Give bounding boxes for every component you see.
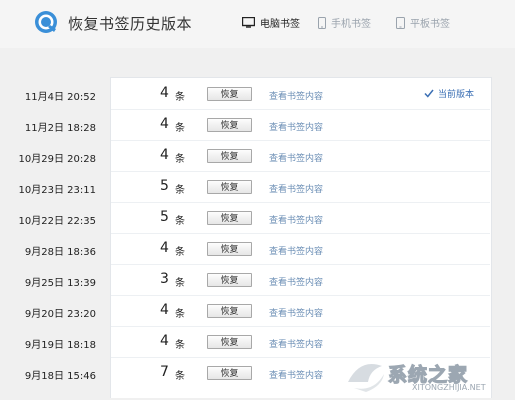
version-row: 9月25日 13:39 3 条 恢复 查看书签内容 xyxy=(0,264,515,295)
tab-label: 平板书签 xyxy=(410,19,450,30)
version-date: 9月28日 18:36 xyxy=(24,247,96,258)
version-date: 11月4日 20:52 xyxy=(24,92,96,103)
version-row: 9月28日 18:36 4 条 恢复 查看书签内容 xyxy=(0,233,515,264)
view-bookmarks-link[interactable]: 查看书签内容 xyxy=(269,244,323,257)
version-date: 10月22日 22:35 xyxy=(18,216,96,227)
restore-button[interactable]: 恢复 xyxy=(207,87,252,101)
restore-button[interactable]: 恢复 xyxy=(207,149,252,163)
version-row: 10月29日 20:28 4 条 恢复 查看书签内容 xyxy=(0,140,515,171)
header-bar: 恢复书签历史版本 电脑书签 手机书签 平板书签 xyxy=(0,0,515,48)
count-unit: 条 xyxy=(175,216,185,227)
current-version-label: 当前版本 xyxy=(438,90,475,100)
view-bookmarks-link[interactable]: 查看书签内容 xyxy=(269,120,323,133)
tablet-icon xyxy=(396,16,405,29)
tab-phone-bookmarks[interactable]: 手机书签 xyxy=(318,15,371,30)
view-bookmarks-link[interactable]: 查看书签内容 xyxy=(269,213,323,226)
restore-button[interactable]: 恢复 xyxy=(207,242,252,256)
bookmark-count: 4 xyxy=(160,116,169,132)
version-date: 9月19日 18:18 xyxy=(24,340,96,351)
tab-computer-bookmarks[interactable]: 电脑书签 xyxy=(242,15,300,30)
count-unit: 条 xyxy=(175,185,185,196)
monitor-icon xyxy=(242,17,255,28)
bookmark-count: 4 xyxy=(160,85,169,101)
count-unit: 条 xyxy=(175,278,185,289)
watermark-url: XITONGZHIJIA.NET xyxy=(412,383,486,392)
view-bookmarks-link[interactable]: 查看书签内容 xyxy=(269,337,323,350)
count-unit: 条 xyxy=(175,123,185,134)
restore-button[interactable]: 恢复 xyxy=(207,273,252,287)
restore-button[interactable]: 恢复 xyxy=(207,118,252,132)
count-unit: 条 xyxy=(175,340,185,351)
view-bookmarks-link[interactable]: 查看书签内容 xyxy=(269,306,323,319)
restore-button[interactable]: 恢复 xyxy=(207,335,252,349)
version-row: 10月23日 23:11 5 条 恢复 查看书签内容 xyxy=(0,171,515,202)
checkmark-icon xyxy=(424,89,434,98)
page-title: 恢复书签历史版本 xyxy=(68,15,193,33)
version-row: 11月4日 20:52 4 条 恢复 查看书签内容 当前版本 xyxy=(0,78,515,109)
bookmark-count: 3 xyxy=(160,271,169,287)
version-row: 9月20日 23:20 4 条 恢复 查看书签内容 xyxy=(0,295,515,326)
view-bookmarks-link[interactable]: 查看书签内容 xyxy=(269,89,323,102)
version-date: 10月29日 20:28 xyxy=(18,154,96,165)
restore-button[interactable]: 恢复 xyxy=(207,366,252,380)
bookmark-count: 4 xyxy=(160,333,169,349)
count-unit: 条 xyxy=(175,309,185,320)
version-row: 10月22日 22:35 5 条 恢复 查看书签内容 xyxy=(0,202,515,233)
bookmark-count: 4 xyxy=(160,240,169,256)
view-bookmarks-link[interactable]: 查看书签内容 xyxy=(269,182,323,195)
version-date: 10月23日 23:11 xyxy=(18,185,96,196)
bookmark-count: 4 xyxy=(160,302,169,318)
count-unit: 条 xyxy=(175,154,185,165)
tab-label: 手机书签 xyxy=(331,19,371,30)
tab-tablet-bookmarks[interactable]: 平板书签 xyxy=(396,15,450,30)
version-date: 9月18日 15:46 xyxy=(24,371,96,382)
current-version-badge: 当前版本 xyxy=(424,87,474,100)
count-unit: 条 xyxy=(175,92,185,103)
version-row: 11月2日 18:28 4 条 恢复 查看书签内容 xyxy=(0,109,515,140)
view-bookmarks-link[interactable]: 查看书签内容 xyxy=(269,368,323,381)
count-unit: 条 xyxy=(175,371,185,382)
version-date: 9月25日 13:39 xyxy=(24,278,96,289)
tab-label: 电脑书签 xyxy=(260,19,300,30)
restore-button[interactable]: 恢复 xyxy=(207,304,252,318)
version-date: 11月2日 18:28 xyxy=(24,123,96,134)
count-unit: 条 xyxy=(175,247,185,258)
version-date: 9月20日 23:20 xyxy=(24,309,96,320)
bookmark-count: 5 xyxy=(160,209,169,225)
restore-logo-icon xyxy=(35,11,57,33)
restore-button[interactable]: 恢复 xyxy=(207,211,252,225)
view-bookmarks-link[interactable]: 查看书签内容 xyxy=(269,275,323,288)
view-bookmarks-link[interactable]: 查看书签内容 xyxy=(269,151,323,164)
phone-icon xyxy=(318,16,326,29)
bookmark-count: 5 xyxy=(160,178,169,194)
restore-button[interactable]: 恢复 xyxy=(207,180,252,194)
bookmark-count: 7 xyxy=(160,364,169,380)
bookmark-count: 4 xyxy=(160,147,169,163)
